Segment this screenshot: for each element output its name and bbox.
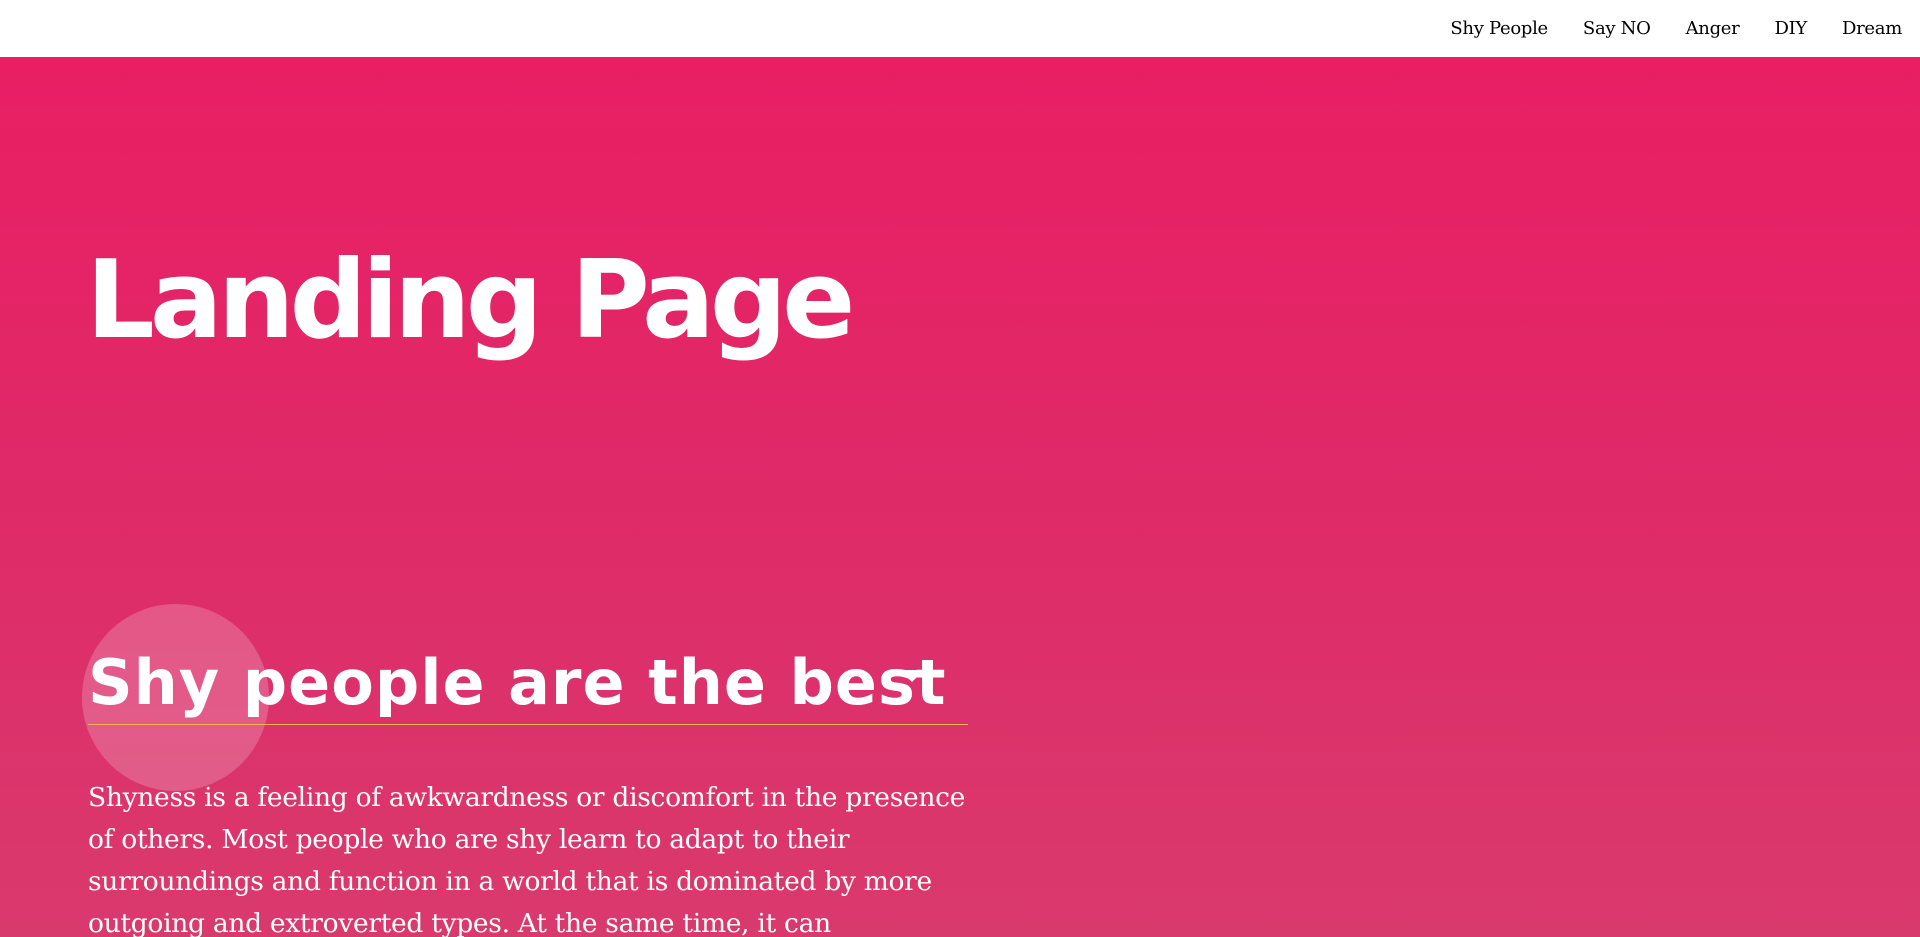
topic-select-dropdown[interactable]: Shy people are the best [88, 642, 968, 725]
caret-down-icon [900, 670, 924, 682]
page-title: Landing Page [86, 238, 855, 363]
nav-link-shy-people[interactable]: Shy People [1450, 18, 1548, 39]
nav-link-dream[interactable]: Dream [1842, 18, 1902, 39]
intro-paragraph: Shyness is a feeling of awkwardness or d… [88, 782, 966, 937]
top-navigation: Shy People Say NO Anger DIY Dream [0, 0, 1920, 57]
topic-select-value: Shy people are the best [88, 646, 947, 719]
nav-link-diy[interactable]: DIY [1774, 18, 1807, 39]
nav-link-say-no[interactable]: Say NO [1583, 18, 1651, 39]
nav-link-anger[interactable]: Anger [1686, 18, 1740, 39]
hero-section: Landing Page Shy people are the best Shy… [0, 57, 1920, 937]
